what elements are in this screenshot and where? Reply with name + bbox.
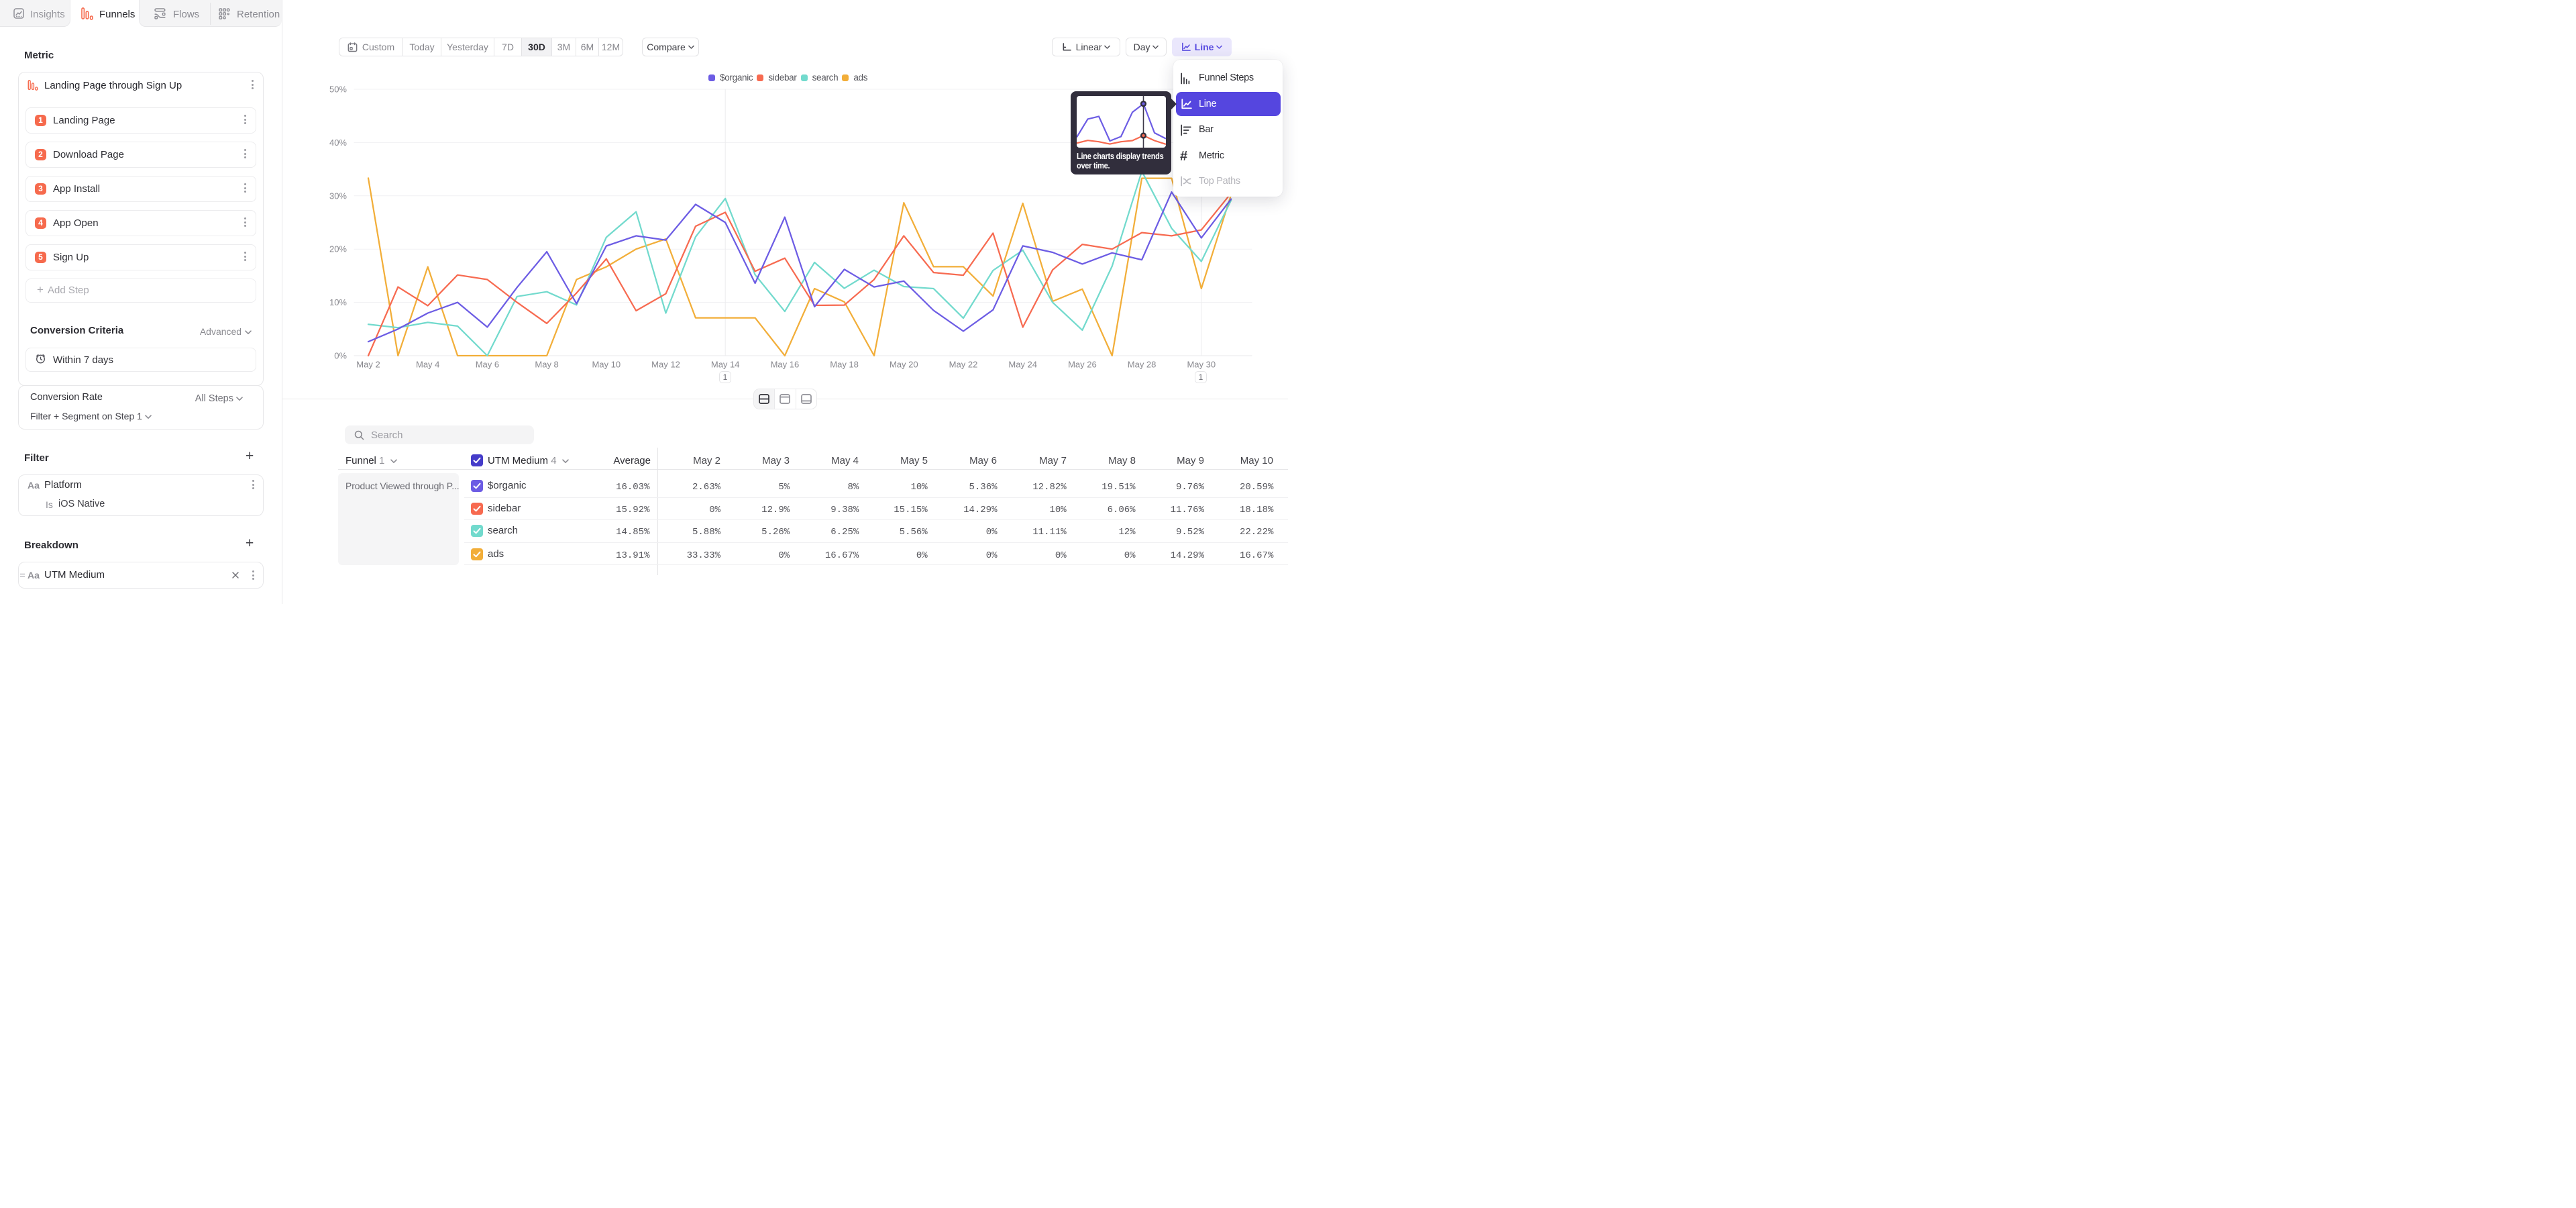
svg-text:May 4: May 4 <box>416 360 439 370</box>
svg-text:May 30: May 30 <box>1187 360 1216 370</box>
svg-text:May 18: May 18 <box>830 360 859 370</box>
svg-text:May 8: May 8 <box>535 360 558 370</box>
svg-text:May 12: May 12 <box>651 360 680 370</box>
svg-text:May 14: May 14 <box>711 360 740 370</box>
svg-text:May 28: May 28 <box>1128 360 1157 370</box>
svg-text:40%: 40% <box>329 138 347 148</box>
svg-text:May 16: May 16 <box>771 360 800 370</box>
svg-text:May 10: May 10 <box>592 360 621 370</box>
svg-text:0%: 0% <box>334 351 347 361</box>
svg-text:May 6: May 6 <box>476 360 499 370</box>
svg-text:May 2: May 2 <box>356 360 380 370</box>
svg-text:20%: 20% <box>329 244 347 254</box>
svg-text:May 24: May 24 <box>1008 360 1037 370</box>
svg-text:10%: 10% <box>329 297 347 307</box>
svg-text:30%: 30% <box>329 191 347 201</box>
svg-text:50%: 50% <box>329 85 347 95</box>
svg-text:May 22: May 22 <box>949 360 978 370</box>
svg-text:May 26: May 26 <box>1068 360 1097 370</box>
svg-text:May 20: May 20 <box>890 360 918 370</box>
